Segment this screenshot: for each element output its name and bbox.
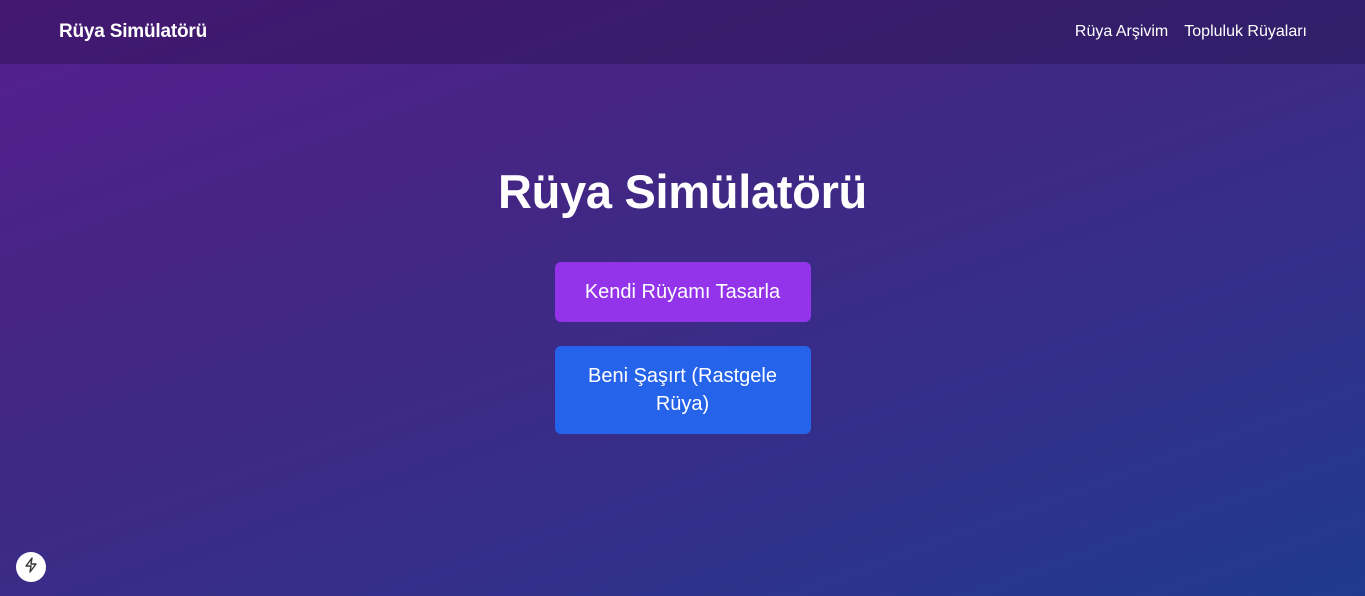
dev-tools-button[interactable] xyxy=(16,552,46,582)
random-dream-button[interactable]: Beni Şaşırt (Rastgele Rüya) xyxy=(554,346,811,434)
lightning-icon xyxy=(24,556,38,578)
page-title: Rüya Simülatörü xyxy=(498,165,867,218)
design-dream-button[interactable]: Kendi Rüyamı Tasarla xyxy=(554,262,811,322)
hero-section: Rüya Simülatörü Kendi Rüyamı Tasarla Ben… xyxy=(0,0,1365,434)
